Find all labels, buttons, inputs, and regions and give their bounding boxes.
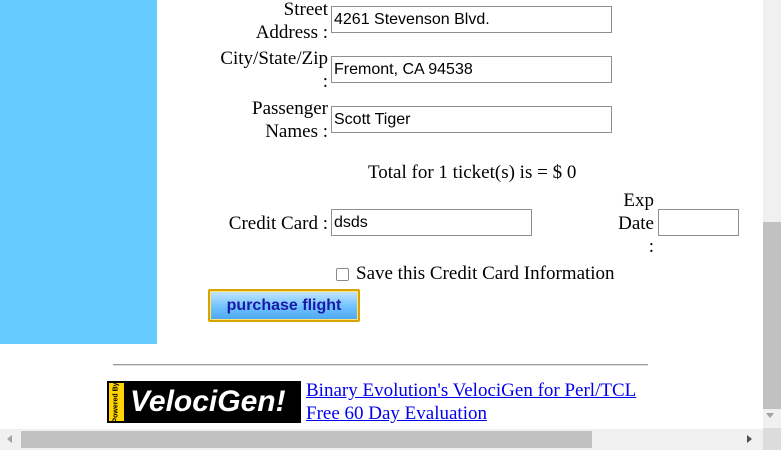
velocigen-link[interactable]: Binary Evolution's VelociGen for Perl/TC… (306, 380, 636, 402)
exp-label-line3: : (648, 236, 654, 257)
city-label-line1: City/State/Zip (220, 48, 328, 69)
save-credit-card-checkbox[interactable] (336, 267, 349, 281)
velocigen-logo[interactable]: Powered By VelociGen! (107, 381, 301, 423)
credit-card-input[interactable] (331, 209, 532, 236)
scroll-right-arrow-icon[interactable] (747, 435, 752, 443)
free-evaluation-link[interactable]: Free 60 Day Evaluation (306, 403, 487, 425)
passenger-label-line1: Passenger (252, 98, 328, 119)
passenger-names-label: Passenger Names : (230, 97, 328, 143)
scroll-down-arrow-icon[interactable] (766, 413, 774, 418)
city-label-line2: : (322, 71, 328, 92)
save-credit-card-row: Save this Credit Card Information (336, 263, 615, 285)
exp-date-label: Exp Date : (606, 189, 656, 258)
powered-by-text: Powered By (113, 381, 121, 423)
scroll-left-arrow-icon[interactable] (7, 435, 12, 443)
purchase-flight-label: purchase flight (226, 296, 342, 314)
purchase-flight-button[interactable]: purchase flight (208, 289, 360, 322)
city-state-zip-label: City/State/Zip : (200, 47, 328, 93)
passenger-names-input[interactable] (331, 106, 612, 133)
vertical-scroll-thumb[interactable] (763, 222, 781, 409)
street-address-input[interactable] (331, 6, 612, 33)
exp-label-line2: Date (618, 213, 654, 234)
footer-divider (113, 364, 648, 366)
horizontal-scroll-thumb[interactable] (21, 431, 592, 448)
exp-date-input[interactable] (658, 209, 739, 236)
left-sidebar (0, 0, 157, 344)
velocigen-logo-text: VelociGen! (130, 385, 286, 418)
save-credit-card-label[interactable]: Save this Credit Card Information (356, 263, 615, 285)
credit-card-label: Credit Card : (228, 213, 328, 234)
powered-by-badge: Powered By (109, 381, 124, 423)
exp-label-line1: Exp (623, 190, 654, 211)
street-address-label: Street Address : (240, 0, 328, 44)
scrollbar-corner (763, 428, 781, 450)
city-state-zip-input[interactable] (331, 56, 612, 83)
passenger-label-line2: Names : (265, 121, 328, 142)
ticket-total-text: Total for 1 ticket(s) is = $ 0 (368, 162, 577, 183)
street-label-line2: Address : (255, 22, 328, 43)
street-label-line1: Street (283, 0, 328, 20)
